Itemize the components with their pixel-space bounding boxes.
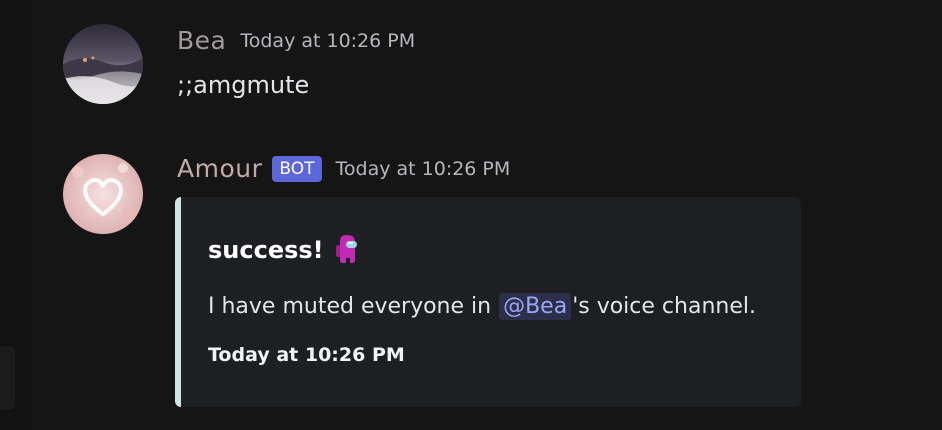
rail-tab[interactable] [0,346,15,410]
heart-avatar-icon[interactable] [63,154,143,234]
timestamp[interactable]: Today at 10:26 PM [336,158,511,180]
message-header: Bea Today at 10:26 PM [177,26,415,55]
username[interactable]: Amour [177,154,262,183]
user-mention[interactable]: @Bea [499,293,572,320]
embed-accent-bar [175,197,181,407]
crewmate-icon [335,235,358,265]
embed-description-prefix: I have muted everyone in [208,294,499,319]
embed-title: success! [208,235,358,265]
embed-title-text: success! [208,236,324,264]
timestamp[interactable]: Today at 10:26 PM [240,30,415,52]
username[interactable]: Bea [177,26,226,55]
embed-description-suffix: 's voice channel. [572,294,756,319]
embed-footer-timestamp: Today at 10:26 PM [208,344,405,366]
chat-view: Bea Today at 10:26 PM ;;amgmute Amour BO… [0,0,942,430]
message-content: ;;amgmute [177,71,310,99]
message-header: Amour BOT Today at 10:26 PM [177,154,510,183]
embed-description: I have muted everyone in @Bea 's voice c… [208,293,756,320]
user-avatar-photo-icon[interactable] [63,24,143,104]
embed-card: success! I have muted everyone in @Bea '… [175,197,801,407]
bot-badge: BOT [272,155,322,182]
